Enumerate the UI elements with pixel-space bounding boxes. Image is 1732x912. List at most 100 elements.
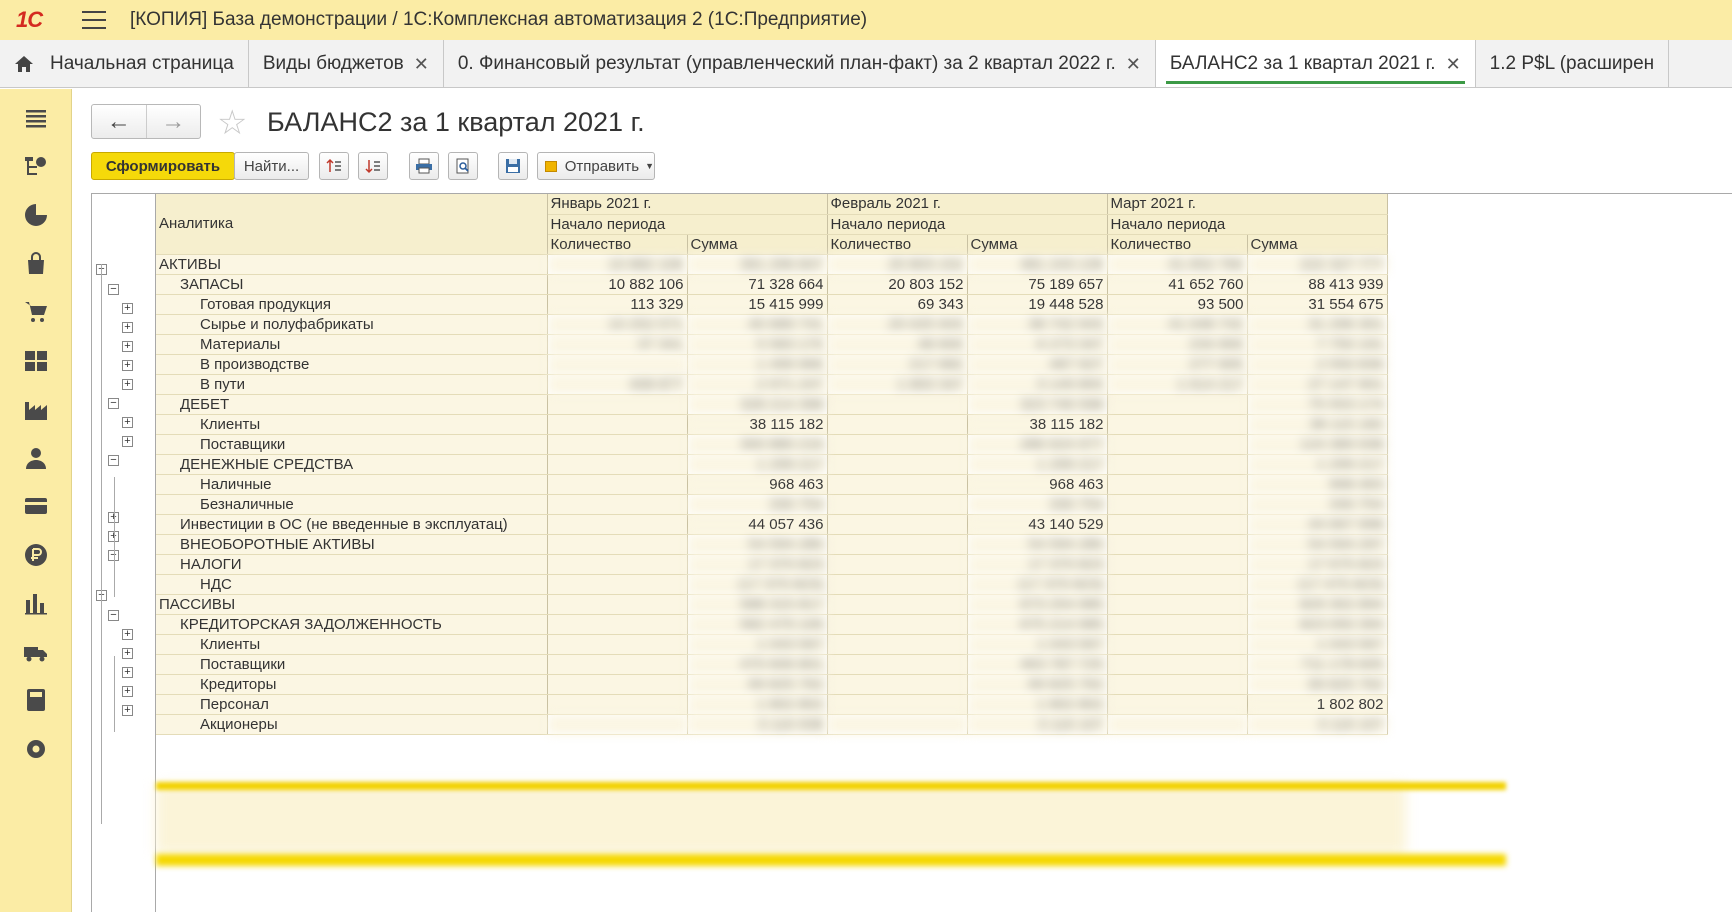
row-label[interactable]: В производстве	[156, 354, 548, 375]
value-cell[interactable]	[827, 434, 968, 455]
value-cell[interactable]: 48 600	[827, 334, 968, 355]
value-cell[interactable]	[827, 674, 968, 695]
send-dropdown[interactable]: Отправить ▼	[537, 152, 655, 180]
cart-icon[interactable]	[22, 298, 50, 326]
value-cell[interactable]	[1107, 694, 1248, 715]
expand-groups-icon[interactable]	[319, 152, 349, 180]
expand-group-icon[interactable]: +	[122, 360, 133, 371]
value-cell[interactable]: 69 825 762	[967, 674, 1108, 695]
value-cell[interactable]	[547, 474, 688, 495]
value-cell[interactable]: 391 296 847	[687, 254, 828, 275]
value-cell[interactable]: 323 746 598	[967, 394, 1108, 415]
value-cell[interactable]: 1 043 567	[967, 634, 1108, 655]
value-cell[interactable]: 38 115 182	[1247, 414, 1388, 435]
value-cell[interactable]: 38 115 182	[967, 414, 1108, 435]
row-label[interactable]: Персонал	[156, 694, 548, 715]
value-cell[interactable]: 217 682	[827, 354, 968, 375]
value-cell[interactable]: 1 893 347	[827, 374, 968, 395]
close-icon[interactable]: ✕	[414, 54, 429, 75]
collapse-groups-icon[interactable]	[358, 152, 388, 180]
ruble-icon[interactable]	[22, 541, 50, 569]
value-cell[interactable]: 88 413 939	[1247, 274, 1388, 295]
row-label[interactable]: НАЛОГИ	[156, 554, 548, 575]
value-cell[interactable]: 481 243 139	[967, 254, 1108, 275]
tab-4[interactable]: 1.2 P$L (расширен	[1476, 40, 1670, 87]
collapse-group-icon[interactable]: −	[108, 455, 119, 466]
value-cell[interactable]	[1107, 534, 1248, 555]
card-icon[interactable]	[22, 492, 50, 520]
value-cell[interactable]: 968 463	[967, 474, 1108, 495]
tab-1[interactable]: Виды бюджетов ✕	[249, 40, 444, 87]
row-label[interactable]: Акционеры	[156, 714, 548, 735]
value-cell[interactable]	[547, 694, 688, 715]
row-label[interactable]: Поставщики	[156, 434, 548, 455]
value-cell[interactable]	[547, 554, 688, 575]
value-cell[interactable]: 38 115 182	[687, 414, 828, 435]
value-cell[interactable]: 3 116 107	[967, 714, 1108, 735]
forward-arrow-icon[interactable]: →	[145, 105, 201, 138]
value-cell[interactable]	[827, 534, 968, 555]
value-cell[interactable]	[547, 534, 688, 555]
value-cell[interactable]: 44 667 998	[1247, 514, 1388, 535]
value-cell[interactable]: 1 802 802	[1247, 694, 1388, 715]
value-cell[interactable]: (17 475 823)	[1247, 574, 1388, 595]
row-label[interactable]: ДЕНЕЖНЫЕ СРЕДСТВА	[156, 454, 548, 475]
value-cell[interactable]: 15 415 999	[687, 294, 828, 315]
value-cell[interactable]	[547, 454, 688, 475]
value-cell[interactable]: 1 614 217	[1107, 374, 1248, 395]
row-label[interactable]: Безналичные	[156, 494, 548, 515]
value-cell[interactable]	[547, 354, 688, 375]
value-cell[interactable]: 31 296 301	[1247, 314, 1388, 335]
print-preview-icon[interactable]	[448, 152, 478, 180]
value-cell[interactable]	[547, 634, 688, 655]
value-cell[interactable]: 286 624 977	[967, 434, 1108, 455]
value-cell[interactable]	[827, 654, 968, 675]
value-cell[interactable]	[547, 614, 688, 635]
value-cell[interactable]: 41 652 760	[1107, 254, 1248, 275]
value-cell[interactable]: 69 825 762	[687, 674, 828, 695]
value-cell[interactable]: 31 554 675	[1247, 294, 1388, 315]
value-cell[interactable]	[1107, 514, 1248, 535]
value-cell[interactable]: 408 877	[547, 374, 688, 395]
value-cell[interactable]: 1 043 567	[687, 634, 828, 655]
value-cell[interactable]: 463 787 725	[967, 654, 1108, 675]
value-cell[interactable]: 5 583 170	[687, 334, 828, 355]
value-cell[interactable]: 1 043 567	[1247, 634, 1388, 655]
value-cell[interactable]: 10 882 106	[547, 254, 688, 275]
value-cell[interactable]: 675 214 985	[967, 614, 1108, 635]
value-cell[interactable]	[1107, 454, 1248, 475]
value-cell[interactable]: 277 905	[1107, 354, 1248, 375]
value-cell[interactable]: 1 299 217	[687, 454, 828, 475]
collapse-group-icon[interactable]: −	[108, 398, 119, 409]
generate-button[interactable]: Сформировать	[91, 152, 235, 180]
shopping-bag-icon[interactable]	[22, 250, 50, 278]
row-label[interactable]: Сырье и полуфабрикаты	[156, 314, 548, 335]
value-cell[interactable]: 3 116 938	[687, 714, 828, 735]
value-cell[interactable]: 71 328 664	[687, 274, 828, 295]
value-cell[interactable]: 7 750 191	[1247, 334, 1388, 355]
grid-icon[interactable]	[22, 347, 50, 375]
pie-chart-icon[interactable]	[22, 201, 50, 229]
calculator-icon[interactable]	[22, 686, 50, 714]
expand-group-icon[interactable]: +	[122, 379, 133, 390]
value-cell[interactable]	[827, 474, 968, 495]
value-cell[interactable]: 10 882 106	[547, 274, 688, 295]
value-cell[interactable]	[1107, 594, 1248, 615]
value-cell[interactable]	[1107, 414, 1248, 435]
expand-group-icon[interactable]: +	[122, 705, 133, 716]
value-cell[interactable]	[827, 514, 968, 535]
value-cell[interactable]: 582 479 106	[687, 614, 828, 635]
expand-group-icon[interactable]: +	[122, 303, 133, 314]
value-cell[interactable]: 968 463	[1247, 474, 1388, 495]
collapse-group-icon[interactable]: −	[108, 284, 119, 295]
value-cell[interactable]: 69 343	[827, 294, 968, 315]
value-cell[interactable]: 41 652 760	[1107, 274, 1248, 295]
org-structure-icon[interactable]	[22, 153, 50, 181]
expand-group-icon[interactable]: +	[122, 417, 133, 428]
value-cell[interactable]: 17 370 823	[967, 554, 1108, 575]
value-cell[interactable]: 17 370 823	[687, 554, 828, 575]
value-cell[interactable]	[827, 634, 968, 655]
value-cell[interactable]: 38 742 943	[967, 314, 1108, 335]
row-label[interactable]: Клиенты	[156, 634, 548, 655]
row-label[interactable]: ЗАПАСЫ	[156, 274, 548, 295]
